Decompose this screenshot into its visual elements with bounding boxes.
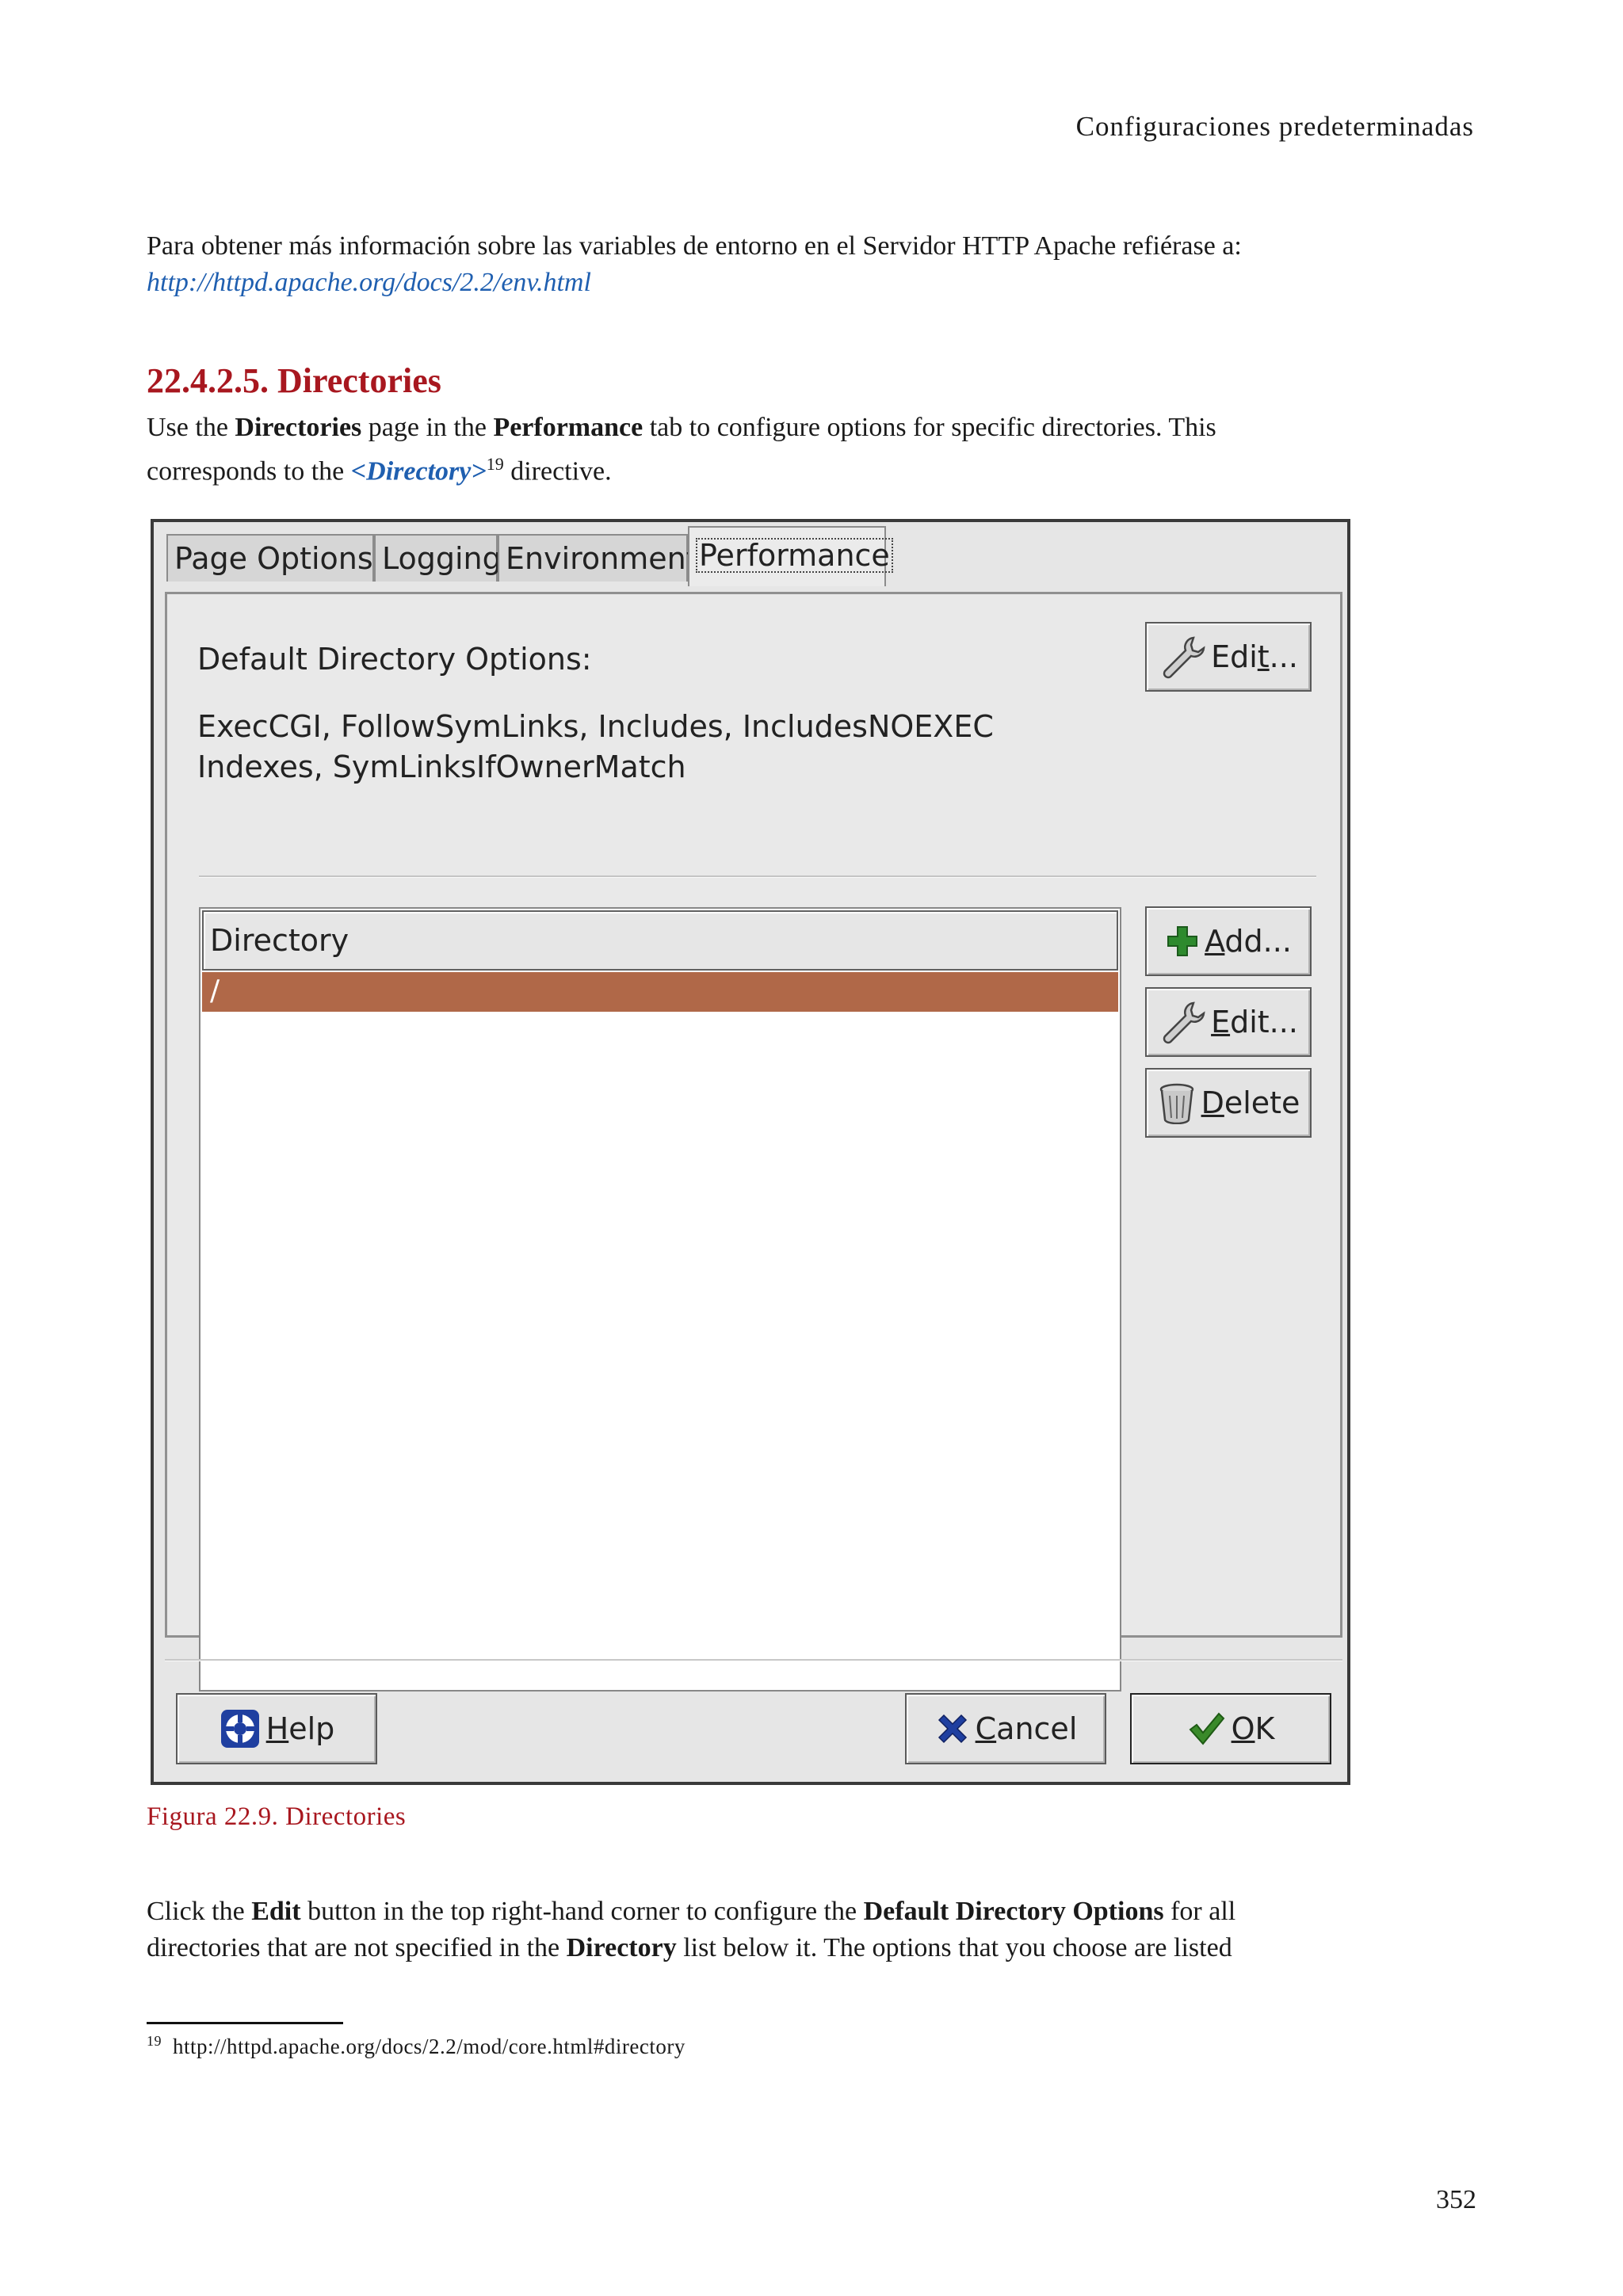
text-run: Click the: [147, 1897, 252, 1926]
text-run: list below it. The options that you choo…: [676, 1933, 1232, 1962]
mnemonic: t: [1257, 639, 1270, 674]
options-line-2: Indexes, SymLinksIfOwnerMatch: [197, 749, 686, 784]
footnote-rule: [147, 2022, 343, 2024]
help-label: Help: [266, 1711, 335, 1746]
page-number: 352: [1436, 2185, 1476, 2214]
tab-logging[interactable]: Logging: [374, 534, 502, 582]
bold-term-directory: Directory: [566, 1933, 677, 1962]
default-options-label: Default Directory Options:: [197, 642, 592, 677]
options-line-1: ExecCGI, FollowSymLinks, Includes, Inclu…: [197, 709, 994, 744]
bold-term-default-directory-options: Default Directory Options: [863, 1897, 1164, 1926]
edit-default-options-button[interactable]: Edit...: [1145, 622, 1312, 692]
label-part: Edi: [1211, 639, 1258, 674]
tab-environment[interactable]: Environment: [498, 534, 698, 582]
after-paragraph: Click the Edit button in the top right-h…: [147, 1894, 1383, 1966]
help-lifebuoy-icon: [220, 1710, 259, 1748]
directories-dialog: Page Options Logging Environment Perform…: [151, 519, 1350, 1785]
footnote-ref[interactable]: 19: [487, 454, 504, 474]
intro-text: Para obtener más información sobre las v…: [147, 231, 1242, 261]
directory-column-header[interactable]: Directory: [202, 910, 1118, 971]
intro-paragraph: Para obtener más información sobre las v…: [147, 228, 1383, 301]
bold-term-directories: Directories: [235, 413, 362, 442]
text-run: tab to configure options for specific di…: [643, 413, 1216, 442]
wrench-icon: [1163, 1001, 1205, 1044]
cancel-label: Cancel: [976, 1711, 1078, 1746]
text-run: Use the: [147, 413, 235, 442]
label-part: elete: [1224, 1085, 1300, 1120]
performance-tab-panel: Default Directory Options: ExecCGI, Foll…: [165, 592, 1342, 1691]
delete-label: Delete: [1201, 1085, 1300, 1120]
text-run: directories that are not specified in th…: [147, 1933, 567, 1962]
directory-directive-link[interactable]: <Directory>: [351, 456, 487, 486]
label-part: elp: [288, 1711, 335, 1746]
running-header: Configuraciones predeterminadas: [1075, 111, 1474, 142]
label-part: dit...: [1230, 1005, 1298, 1039]
wrench-icon: [1163, 636, 1205, 679]
bold-term-performance: Performance: [493, 413, 643, 442]
ok-label: OK: [1232, 1711, 1275, 1746]
footnote-link[interactable]: http://httpd.apache.org/docs/2.2/mod/cor…: [173, 2035, 685, 2058]
bold-term-edit: Edit: [251, 1897, 301, 1926]
label-part: ancel: [996, 1711, 1078, 1746]
figure-caption: Figura 22.9. Directories: [147, 1802, 407, 1831]
label-part: ...: [1269, 639, 1298, 674]
footnote: 19 http://httpd.apache.org/docs/2.2/mod/c…: [147, 2033, 685, 2059]
trash-icon: [1159, 1083, 1193, 1124]
edit-directory-button[interactable]: Edit...: [1145, 987, 1312, 1057]
tab-page-options[interactable]: Page Options: [166, 534, 374, 582]
text-run: directive.: [503, 456, 612, 486]
mnemonic: O: [1231, 1711, 1255, 1746]
add-label: Add...: [1205, 924, 1292, 959]
help-button[interactable]: Help: [176, 1693, 377, 1764]
text-run: button in the top right-hand corner to c…: [300, 1897, 864, 1926]
check-icon: [1189, 1712, 1224, 1745]
text-run: corresponds to the: [147, 456, 351, 486]
mnemonic: H: [265, 1711, 289, 1746]
tab-performance-label: Performance: [696, 538, 893, 573]
directory-row-selected[interactable]: /: [202, 972, 1118, 1012]
button-bar-separator: [165, 1659, 1342, 1661]
text-run: page in the: [361, 413, 494, 442]
directory-list[interactable]: Directory /: [199, 907, 1121, 1691]
mnemonic: A: [1205, 924, 1225, 959]
label-part: K: [1254, 1711, 1275, 1746]
delete-directory-button[interactable]: Delete: [1145, 1068, 1312, 1138]
text-run: for all: [1163, 1897, 1236, 1926]
ok-button[interactable]: OK: [1130, 1693, 1331, 1764]
cancel-button[interactable]: Cancel: [905, 1693, 1106, 1764]
add-directory-button[interactable]: Add...: [1145, 906, 1312, 976]
footnote-number: 19: [147, 2033, 162, 2049]
edit-default-options-label: Edit...: [1211, 639, 1298, 674]
cancel-x-icon: [938, 1714, 967, 1744]
edit-label: Edit...: [1211, 1005, 1298, 1039]
plus-icon: [1167, 926, 1198, 956]
mnemonic: D: [1201, 1085, 1224, 1120]
env-link[interactable]: http://httpd.apache.org/docs/2.2/env.htm…: [147, 268, 591, 297]
mnemonic: E: [1211, 1005, 1231, 1039]
tab-performance[interactable]: Performance: [688, 526, 893, 586]
section-title: 22.4.2.5. Directories: [147, 361, 441, 400]
separator: [199, 875, 1316, 878]
mnemonic: C: [975, 1711, 997, 1746]
label-part: dd...: [1224, 924, 1292, 959]
section-paragraph: Use the Directories page in the Performa…: [147, 410, 1383, 490]
